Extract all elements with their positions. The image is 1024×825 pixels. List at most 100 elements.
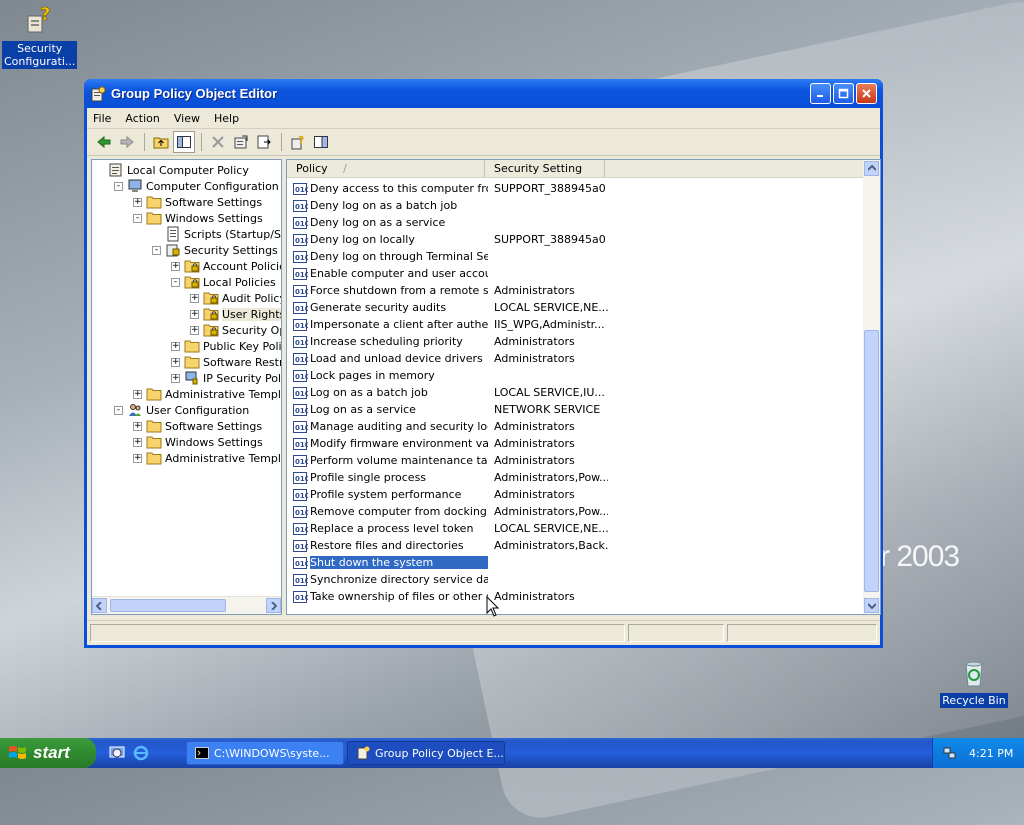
scroll-thumb[interactable] (110, 599, 226, 612)
scroll-right-button[interactable] (266, 598, 281, 613)
expand-icon[interactable]: + (133, 197, 142, 207)
expand-icon[interactable]: + (133, 453, 142, 463)
tree-node[interactable]: + Windows Settings (133, 434, 263, 450)
policy-row[interactable]: 010Enable computer and user accoun... (292, 265, 608, 282)
policy-row[interactable]: 010Deny log on as a service (292, 214, 608, 231)
wallpaper-text: r 2003 (880, 540, 960, 573)
collapse-icon[interactable]: - (133, 213, 142, 223)
minimize-button[interactable] (810, 83, 831, 104)
tree-node[interactable]: + Audit Policy (190, 290, 281, 306)
tree-node[interactable]: + Security Options (190, 322, 281, 338)
tree-node[interactable]: - Computer Configuration (114, 178, 279, 194)
policy-row[interactable]: 010Load and unload device drivers Adminis… (292, 350, 608, 367)
policy-row[interactable]: 010Manage auditing and security log Admin… (292, 418, 608, 435)
policy-row[interactable]: 010Perform volume maintenance tasks Admin… (292, 452, 608, 469)
scroll-down-button[interactable] (864, 598, 879, 613)
title-bar[interactable]: Group Policy Object Editor (84, 79, 883, 108)
show-hide-pane-button[interactable] (310, 131, 332, 153)
tree-node[interactable]: - Local Policies (171, 274, 276, 290)
desktop-icon-security-configuration[interactable]: ? Security Configurati... (2, 4, 78, 69)
list-vertical-scrollbar[interactable] (863, 160, 880, 614)
policy-row[interactable]: 010Restore files and directories Administ… (292, 537, 608, 554)
policy-row[interactable]: 010Impersonate a client after authen... I… (292, 316, 608, 333)
policy-row[interactable]: 010Synchronize directory service data (292, 571, 608, 588)
show-hide-tree-button[interactable] (173, 131, 195, 153)
policy-row[interactable]: 010Log on as a batch job LOCAL SERVICE,IU… (292, 384, 608, 401)
menu-help[interactable]: Help (214, 112, 239, 125)
policy-row[interactable]: 010Lock pages in memory (292, 367, 608, 384)
expand-icon[interactable]: + (133, 421, 142, 431)
expand-icon[interactable]: + (171, 261, 180, 271)
collapse-icon[interactable]: - (114, 181, 123, 191)
policy-row[interactable]: 010Shut down the system (292, 554, 608, 571)
policy-row[interactable]: 010Deny log on locally SUPPORT_388945a0 (292, 231, 608, 248)
menu-action[interactable]: Action (125, 112, 159, 125)
collapse-icon[interactable]: - (114, 405, 123, 415)
tree-node[interactable]: + IP Security Policies (171, 370, 281, 386)
expand-icon[interactable]: + (190, 293, 199, 303)
expand-icon[interactable]: + (190, 309, 199, 319)
delete-button[interactable] (207, 131, 229, 153)
expand-icon[interactable]: + (133, 389, 142, 399)
tree-node[interactable]: + Software Settings (133, 418, 262, 434)
expand-icon[interactable]: + (171, 341, 180, 351)
properties-button[interactable] (230, 131, 252, 153)
tree-node[interactable]: Scripts (Startup/Shutdown) (152, 226, 281, 242)
policy-row[interactable]: 010Remove computer from docking st... Adm… (292, 503, 608, 520)
up-one-level-button[interactable] (150, 131, 172, 153)
policy-icon: 010 (293, 250, 308, 263)
collapse-icon[interactable]: - (152, 245, 161, 255)
expand-icon[interactable]: + (190, 325, 199, 335)
scroll-up-button[interactable] (864, 161, 879, 176)
show-desktop-icon[interactable] (108, 744, 126, 762)
tree-node[interactable]: - User Configuration (114, 402, 249, 418)
policy-row[interactable]: 010Force shutdown from a remote sy... Adm… (292, 282, 608, 299)
tree-node[interactable]: + Administrative Templates (133, 386, 281, 402)
policy-row[interactable]: 010Deny log on as a batch job (292, 197, 608, 214)
start-button[interactable]: start (0, 738, 96, 768)
column-header-policy[interactable]: Policy / (287, 160, 485, 177)
column-header-security-setting[interactable]: Security Setting (485, 160, 605, 177)
policy-row[interactable]: 010Profile system performance Administrat… (292, 486, 608, 503)
tree-node[interactable]: + Administrative Templates (133, 450, 281, 466)
internet-explorer-icon[interactable] (132, 744, 150, 762)
menu-view[interactable]: View (174, 112, 200, 125)
policy-row[interactable]: 010Generate security audits LOCAL SERVICE… (292, 299, 608, 316)
tree-node[interactable]: + User Rights Assignment (190, 306, 281, 322)
export-list-button[interactable] (253, 131, 275, 153)
desktop-icon-recycle-bin[interactable]: Recycle Bin (938, 656, 1010, 708)
policy-row[interactable]: 010Deny log on through Terminal Ser... (292, 248, 608, 265)
tray-clock[interactable]: 4:21 PM (969, 747, 1013, 760)
back-button[interactable] (93, 131, 115, 153)
maximize-button[interactable] (833, 83, 854, 104)
network-icon[interactable] (943, 746, 957, 760)
policy-row[interactable]: 010Profile single process Administrators,… (292, 469, 608, 486)
menu-file[interactable]: File (93, 112, 111, 125)
tree-node[interactable]: + Account Policies (171, 258, 281, 274)
policy-row[interactable]: 010Deny access to this computer fro... SU… (292, 180, 608, 197)
policy-row[interactable]: 010Modify firmware environment values Adm… (292, 435, 608, 452)
tree-node[interactable]: + Public Key Policies (171, 338, 281, 354)
collapse-icon[interactable]: - (171, 277, 180, 287)
expand-icon[interactable]: + (171, 357, 180, 367)
tree-node[interactable]: + Software Restriction Policies (171, 354, 281, 370)
taskbar-button-gpedit[interactable]: Group Policy Object E... (347, 741, 505, 765)
tree-node[interactable]: + Software Settings (133, 194, 262, 210)
expand-icon[interactable]: + (133, 437, 142, 447)
policy-row[interactable]: 010Replace a process level token LOCAL SE… (292, 520, 608, 537)
forward-button[interactable] (116, 131, 138, 153)
scroll-left-button[interactable] (92, 598, 107, 613)
taskbar-button-cmd[interactable]: C:\WINDOWS\syste... (186, 741, 344, 765)
tree-node[interactable]: Local Computer Policy (95, 162, 249, 178)
expand-icon[interactable]: + (171, 373, 180, 383)
tree-horizontal-scrollbar[interactable] (92, 596, 281, 614)
tree-node[interactable]: - Security Settings (152, 242, 278, 258)
policy-row[interactable]: 010Log on as a service NETWORK SERVICE (292, 401, 608, 418)
tree-node[interactable]: - Windows Settings (133, 210, 263, 226)
policy-row[interactable]: 010Take ownership of files or other o...… (292, 588, 608, 605)
close-button[interactable] (856, 83, 877, 104)
help-button[interactable]: ? (287, 131, 309, 153)
policy-row[interactable]: 010Increase scheduling priority Administr… (292, 333, 608, 350)
scroll-thumb[interactable] (864, 330, 879, 592)
start-label: start (33, 743, 70, 762)
